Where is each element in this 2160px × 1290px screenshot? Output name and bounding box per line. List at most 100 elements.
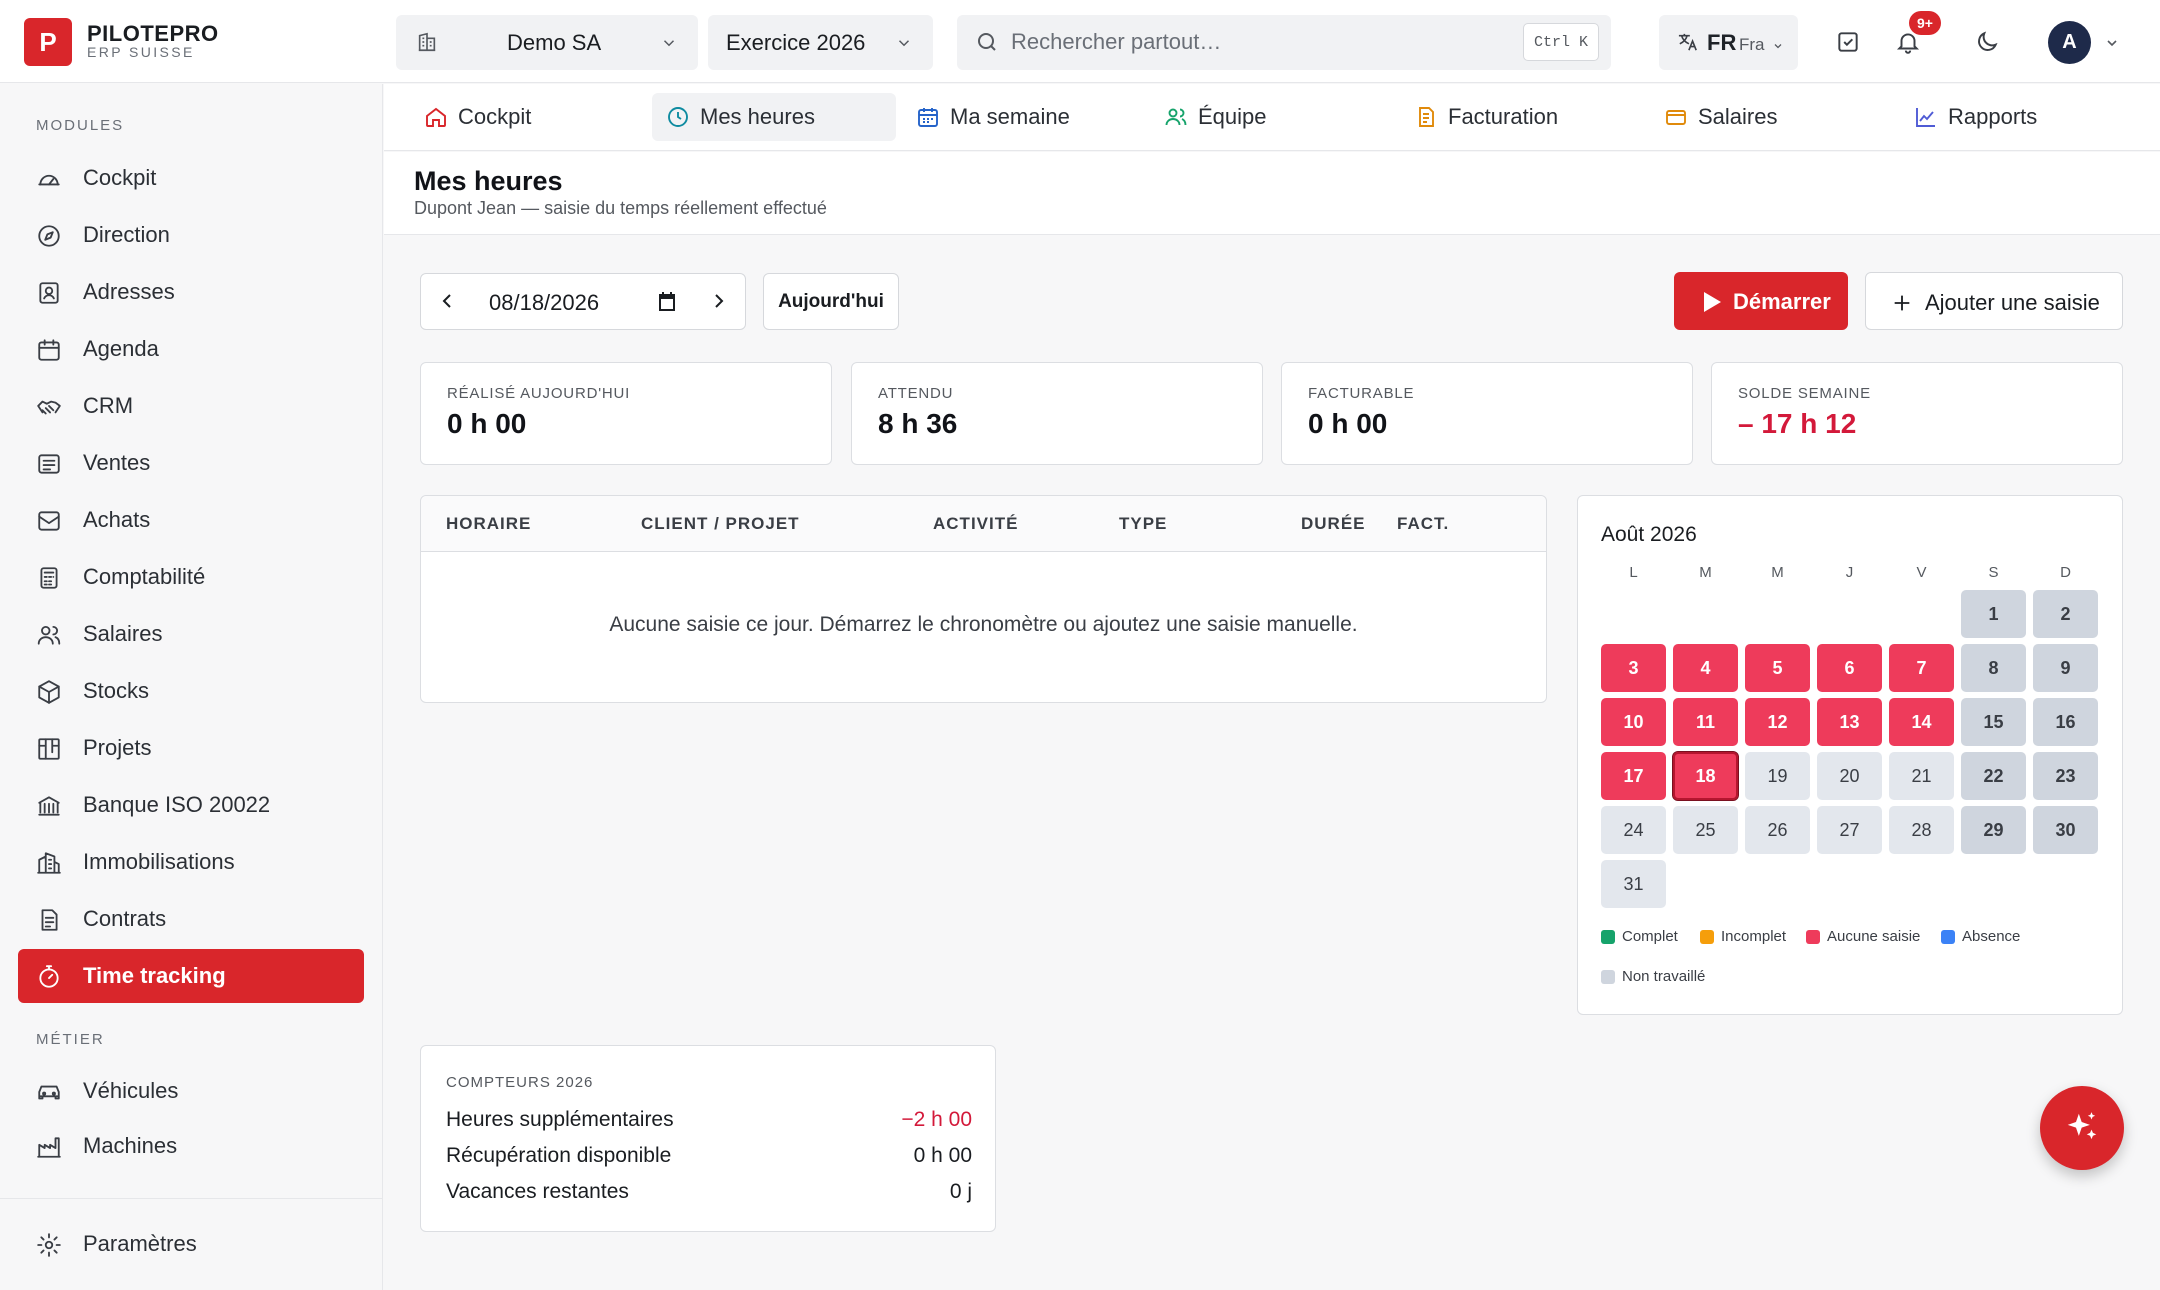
sidebar-item-ventes[interactable]: Ventes	[18, 436, 364, 490]
language-select[interactable]: FR Fra	[1659, 15, 1798, 70]
start-timer-button[interactable]: Démarrer	[1674, 272, 1848, 330]
calendar-day[interactable]: 16	[2033, 698, 2098, 746]
tab-equipe[interactable]: Équipe	[1150, 93, 1350, 141]
calendar-day[interactable]: 26	[1745, 806, 1810, 854]
sidebar-item-machines[interactable]: Machines	[18, 1119, 364, 1173]
calendar-day[interactable]: 6	[1817, 644, 1882, 692]
tab-salaires[interactable]: Salaires	[1650, 93, 1850, 141]
sidebar-item-parametres[interactable]: Paramètres	[18, 1217, 364, 1271]
sidebar-item-achats[interactable]: Achats	[18, 493, 364, 547]
calendar-day[interactable]: 24	[1601, 806, 1666, 854]
page-title: Mes heures	[414, 166, 563, 196]
calendar-day[interactable]: 15	[1961, 698, 2026, 746]
sidebar-section-metier: MÉTIER	[36, 1031, 105, 1048]
calendar-day[interactable]: 27	[1817, 806, 1882, 854]
calendar-day[interactable]: 7	[1889, 644, 1954, 692]
calendar-day[interactable]: 22	[1961, 752, 2026, 800]
fiscal-year-select[interactable]: Exercice 2026	[708, 15, 933, 70]
sidebar-item-time-tracking[interactable]: Time tracking	[18, 949, 364, 1003]
ai-assistant-button[interactable]	[2040, 1086, 2124, 1170]
calendar-icon[interactable]	[655, 290, 679, 314]
sidebar-item-banque-iso-20022[interactable]: Banque ISO 20022	[18, 778, 364, 832]
calendar-day[interactable]: 10	[1601, 698, 1666, 746]
sidebar-item-crm[interactable]: CRM	[18, 379, 364, 433]
sidebar-item-contrats[interactable]: Contrats	[18, 892, 364, 946]
calendar-day[interactable]: 9	[2033, 644, 2098, 692]
calendar-day[interactable]: 1	[1961, 590, 2026, 638]
calendar-day[interactable]: 8	[1961, 644, 2026, 692]
legend-swatch	[1806, 929, 1820, 944]
calendar-day[interactable]: 5	[1745, 644, 1810, 692]
sidebar-item-cockpit[interactable]: Cockpit	[18, 151, 364, 205]
chevron-down-icon[interactable]	[2104, 35, 2120, 51]
tab-facturation[interactable]: Facturation	[1400, 93, 1620, 141]
calendar-day[interactable]: 12	[1745, 698, 1810, 746]
app-logo[interactable]: P	[24, 18, 72, 66]
sidebar-item-label: Adresses	[83, 279, 175, 304]
sidebar-item-direction[interactable]: Direction	[18, 208, 364, 262]
calendar-day[interactable]: 18	[1673, 752, 1738, 800]
document-icon	[1414, 105, 1438, 129]
calendar-day[interactable]: 13	[1817, 698, 1882, 746]
sidebar-section-modules: MODULES	[36, 117, 125, 134]
calendar-day[interactable]: 20	[1817, 752, 1882, 800]
tab-mes-heures[interactable]: Mes heures	[652, 93, 896, 141]
calendar-day[interactable]: 29	[1961, 806, 2026, 854]
sidebar-item-v-hicules[interactable]: Véhicules	[18, 1064, 364, 1118]
tab-ma-semaine[interactable]: Ma semaine	[902, 93, 1122, 141]
kpi-value: 0 h 00	[1308, 408, 1388, 439]
buildings-icon	[36, 850, 62, 876]
counter-value: 0 j	[949, 1180, 972, 1203]
language-name: Fra	[1739, 35, 1765, 54]
calendar-day[interactable]: 28	[1889, 806, 1954, 854]
date-input[interactable]: 08/18/2026	[489, 290, 599, 316]
search-icon	[975, 30, 999, 54]
user-avatar[interactable]: A	[2048, 21, 2091, 64]
weekday-header: L	[1629, 564, 1638, 581]
sidebar-item-adresses[interactable]: Adresses	[18, 265, 364, 319]
today-button[interactable]: Aujourd'hui	[763, 273, 899, 330]
calendar-day[interactable]: 11	[1673, 698, 1738, 746]
weekday-header: V	[1916, 564, 1927, 581]
tab-rapports[interactable]: Rapports	[1900, 93, 2100, 141]
search-input[interactable]	[1011, 23, 1511, 61]
sidebar-item-stocks[interactable]: Stocks	[18, 664, 364, 718]
inbox-icon	[36, 508, 62, 534]
weekday-header: D	[2060, 564, 2071, 581]
calendar-day[interactable]: 25	[1673, 806, 1738, 854]
play-icon	[1702, 291, 1722, 313]
calendar-day[interactable]: 14	[1889, 698, 1954, 746]
sidebar-item-salaires[interactable]: Salaires	[18, 607, 364, 661]
column-header: FACT.	[1397, 514, 1450, 533]
gear-icon	[36, 1232, 62, 1258]
calendar-day[interactable]: 30	[2033, 806, 2098, 854]
kpi-label: RÉALISÉ AUJOURD'HUI	[447, 385, 631, 402]
language-code: FR	[1707, 30, 1737, 55]
sidebar-item-label: Paramètres	[83, 1231, 197, 1256]
calendar-day[interactable]: 4	[1673, 644, 1738, 692]
calendar-day[interactable]: 3	[1601, 644, 1666, 692]
calendar-day[interactable]: 21	[1889, 752, 1954, 800]
sidebar-item-agenda[interactable]: Agenda	[18, 322, 364, 376]
add-entry-button[interactable]: Ajouter une saisie	[1865, 272, 2123, 330]
calendar-day[interactable]: 2	[2033, 590, 2098, 638]
sidebar-item-projets[interactable]: Projets	[18, 721, 364, 775]
sidebar-item-comptabilit-[interactable]: Comptabilité	[18, 550, 364, 604]
column-header: TYPE	[1119, 514, 1168, 533]
kanban-icon	[36, 736, 62, 762]
company-select[interactable]: Demo SA	[396, 15, 698, 70]
calendar-day[interactable]: 23	[2033, 752, 2098, 800]
column-header: CLIENT / PROJET	[641, 514, 800, 533]
wallet-icon	[1664, 105, 1688, 129]
tasks-button[interactable]	[1826, 20, 1870, 64]
chevron-left-icon[interactable]	[435, 289, 459, 313]
sidebar-item-label: Ventes	[83, 450, 151, 475]
clock-icon	[666, 105, 690, 129]
tab-cockpit[interactable]: Cockpit	[392, 93, 592, 141]
calendar-day[interactable]: 17	[1601, 752, 1666, 800]
chevron-right-icon[interactable]	[707, 289, 731, 313]
sidebar-item-immobilisations[interactable]: Immobilisations	[18, 835, 364, 889]
calendar-day[interactable]: 31	[1601, 860, 1666, 908]
calendar-day[interactable]: 19	[1745, 752, 1810, 800]
theme-toggle[interactable]	[1965, 20, 2009, 64]
